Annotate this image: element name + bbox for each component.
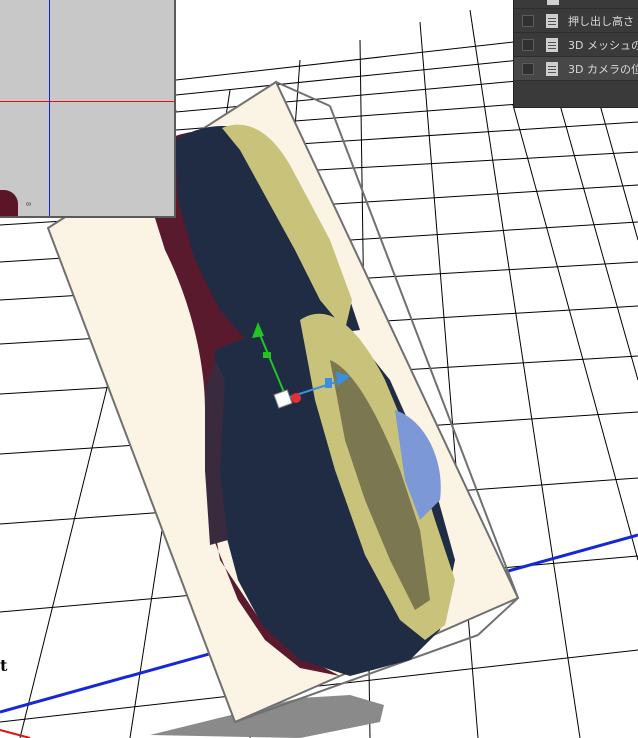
x-axis-line (0, 729, 31, 738)
secondary-view-label: 8 (24, 201, 33, 207)
secondary-view[interactable]: 8 (0, 0, 176, 218)
layer-row-mesh-position[interactable]: 3D メッシュの位 (514, 33, 638, 57)
layer-row-partial[interactable] (514, 0, 638, 9)
3d-viewport[interactable]: 8 押し出し高さ 3D メッシュの位 3D カメラの位 t (0, 0, 638, 738)
visibility-checkbox[interactable] (522, 38, 534, 51)
document-icon (546, 37, 558, 52)
layer-label: 3D カメラの位 (568, 62, 638, 76)
secondary-view-x-axis (0, 101, 174, 102)
layer-label: 押し出し高さ (568, 14, 634, 28)
3d-layers-panel[interactable]: 押し出し高さ 3D メッシュの位 3D カメラの位 (513, 0, 638, 108)
gizmo-x-axis[interactable] (291, 393, 301, 403)
document-icon (547, 0, 559, 5)
secondary-view-object (0, 190, 18, 216)
viewport-glyph: t (0, 656, 8, 675)
layer-row-camera-position[interactable]: 3D カメラの位 (514, 57, 638, 81)
visibility-checkbox[interactable] (522, 62, 534, 75)
secondary-view-y-axis (49, 0, 50, 216)
layer-row-extrusion[interactable]: 押し出し高さ (514, 9, 638, 33)
document-icon (546, 61, 558, 76)
visibility-checkbox[interactable] (522, 14, 534, 27)
layer-label: 3D メッシュの位 (568, 38, 638, 52)
document-icon (546, 13, 558, 28)
